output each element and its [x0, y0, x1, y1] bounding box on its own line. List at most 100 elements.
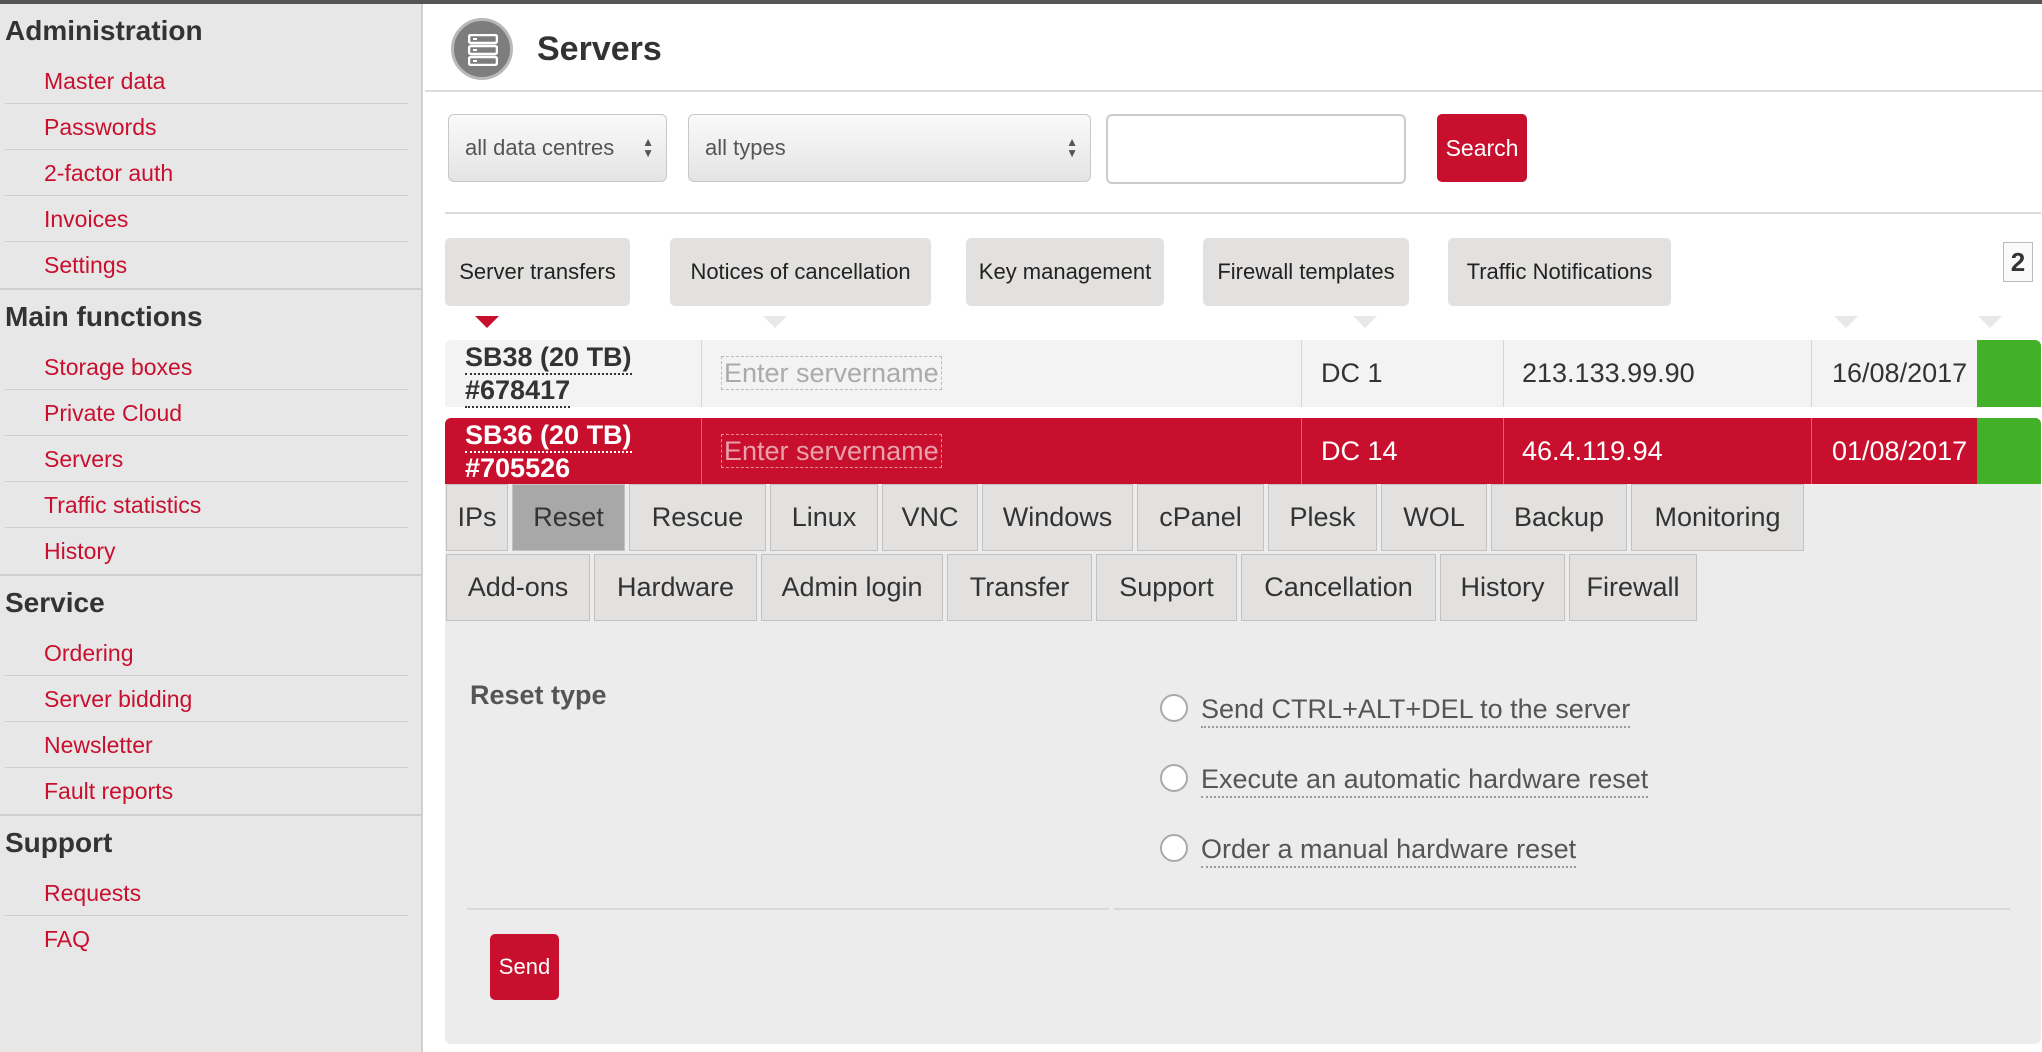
sidebar-section-title: Main functions [5, 301, 203, 332]
servername-input[interactable]: Enter servername [721, 434, 942, 468]
radio-label[interactable]: Order a manual hardware reset [1201, 832, 1577, 868]
radio-button[interactable] [1160, 764, 1188, 792]
tab-monitoring[interactable]: Monitoring [1631, 484, 1804, 551]
tab-support[interactable]: Support [1096, 554, 1237, 621]
sort-arrow-icon[interactable] [1978, 316, 2002, 328]
radio-label[interactable]: Execute an automatic hardware reset [1201, 762, 1649, 798]
sidebar-item-ordering[interactable]: Ordering [5, 630, 408, 676]
tab-reset[interactable]: Reset [512, 484, 625, 551]
sidebar-item-server-bidding[interactable]: Server bidding [5, 676, 408, 722]
sidebar-item-2-factor-auth[interactable]: 2-factor auth [5, 150, 408, 196]
server-product-name[interactable]: SB38 (20 TB) [465, 342, 632, 375]
radio-button[interactable] [1160, 834, 1188, 862]
tab-cancellation[interactable]: Cancellation [1241, 554, 1436, 621]
sidebar-item-history[interactable]: History [5, 528, 408, 574]
tab-traffic-notifications[interactable]: Traffic Notifications [1448, 238, 1671, 306]
sidebar-section-title: Administration [5, 15, 203, 46]
column-divider [1503, 340, 1504, 407]
status-indicator [1977, 340, 2041, 407]
sidebar-item-traffic-statistics[interactable]: Traffic statistics [5, 482, 408, 528]
sort-arrow-icon[interactable] [475, 316, 499, 328]
tab-firewall[interactable]: Firewall [1569, 554, 1697, 621]
radio-button[interactable] [1160, 694, 1188, 722]
select-caret-icon: ▲ ▼ [1066, 135, 1078, 160]
send-button[interactable]: Send [490, 934, 559, 1000]
server-product[interactable]: SB36 (20 TB) #705526 [465, 420, 632, 487]
search-input[interactable] [1106, 114, 1406, 184]
tab-add-ons[interactable]: Add-ons [446, 554, 590, 621]
type-select[interactable]: all types ▲ ▼ [688, 114, 1091, 182]
tab-key-management[interactable]: Key management [966, 238, 1164, 306]
tab-backup[interactable]: Backup [1491, 484, 1627, 551]
divider [467, 908, 1109, 910]
sidebar-section-title: Service [5, 587, 105, 618]
column-divider [1503, 418, 1504, 485]
tab-cpanel[interactable]: cPanel [1137, 484, 1264, 551]
sidebar-item-fault-reports[interactable]: Fault reports [5, 768, 408, 814]
column-divider [1301, 340, 1302, 407]
datacentre-select[interactable]: all data centres ▲ ▼ [448, 114, 667, 182]
server-stack-icon [451, 18, 513, 80]
main-content: Servers all data centres ▲ ▼ all types ▲ ▼… [425, 4, 2042, 1052]
sidebar-item-invoices[interactable]: Invoices [5, 196, 408, 242]
sort-arrow-icon[interactable] [763, 316, 787, 328]
tab-ips[interactable]: IPs [446, 484, 508, 551]
server-product-name[interactable]: SB36 (20 TB) [465, 420, 632, 453]
server-ip: 213.133.99.90 [1522, 358, 1695, 388]
select-caret-icon: ▲ ▼ [642, 135, 654, 160]
column-divider [1811, 418, 1812, 485]
page-title: Servers [537, 30, 662, 68]
column-divider [1811, 340, 1812, 407]
pagination-page[interactable]: 2 [2003, 242, 2033, 282]
tab-windows[interactable]: Windows [982, 484, 1133, 551]
sidebar-item-private-cloud[interactable]: Private Cloud [5, 390, 408, 436]
sidebar-section-service: Service Ordering Server bidding Newslett… [0, 576, 421, 816]
tab-vnc[interactable]: VNC [882, 484, 978, 551]
server-product-id[interactable]: #705526 [465, 453, 571, 486]
tab-rescue[interactable]: Rescue [629, 484, 766, 551]
server-product[interactable]: SB38 (20 TB) #678417 [465, 342, 632, 409]
type-select-value: all types [705, 135, 786, 160]
tab-server-transfers[interactable]: Server transfers [445, 238, 630, 306]
sidebar-item-servers[interactable]: Servers [5, 436, 408, 482]
sidebar-item-storage-boxes[interactable]: Storage boxes [5, 344, 408, 390]
sidebar-item-newsletter[interactable]: Newsletter [5, 722, 408, 768]
server-date[interactable]: 16/08/2017 [1832, 356, 1968, 423]
server-datacentre[interactable]: DC 1 [1321, 356, 1383, 423]
sidebar-item-settings[interactable]: Settings [5, 242, 408, 288]
divider [445, 212, 2041, 214]
sidebar-item-requests[interactable]: Requests [5, 870, 408, 916]
status-indicator [1977, 418, 2041, 485]
tab-wol[interactable]: WOL [1381, 484, 1487, 551]
page-header: Servers [425, 4, 2042, 92]
sidebar-section-support: Support Requests FAQ [0, 816, 421, 962]
search-button[interactable]: Search [1437, 114, 1527, 182]
tab-linux[interactable]: Linux [770, 484, 878, 551]
column-divider [1301, 418, 1302, 485]
tab-admin-login[interactable]: Admin login [761, 554, 943, 621]
tab-transfer[interactable]: Transfer [947, 554, 1092, 621]
sidebar: Administration Master data Passwords 2-f… [0, 4, 423, 1052]
column-divider [701, 340, 702, 407]
tab-firewall-templates[interactable]: Firewall templates [1203, 238, 1409, 306]
sidebar-item-master-data[interactable]: Master data [5, 58, 408, 104]
sidebar-section-title: Support [5, 827, 113, 858]
server-product-id[interactable]: #678417 [465, 375, 571, 408]
sort-arrow-icon[interactable] [1834, 316, 1858, 328]
tab-history[interactable]: History [1440, 554, 1565, 621]
tab-hardware[interactable]: Hardware [594, 554, 757, 621]
sidebar-item-faq[interactable]: FAQ [5, 916, 408, 962]
sidebar-item-passwords[interactable]: Passwords [5, 104, 408, 150]
tab-plesk[interactable]: Plesk [1268, 484, 1377, 551]
tab-notices-of-cancellation[interactable]: Notices of cancellation [670, 238, 931, 306]
radio-label[interactable]: Send CTRL+ALT+DEL to the server [1201, 692, 1631, 728]
column-divider [701, 418, 702, 485]
datacentre-select-value: all data centres [465, 135, 615, 160]
divider [1114, 908, 2010, 910]
servername-input[interactable]: Enter servername [721, 356, 942, 390]
server-row-selected[interactable]: SB36 (20 TB) #705526 Enter servername DC… [445, 418, 2041, 501]
sort-arrow-icon[interactable] [1353, 316, 1377, 328]
sidebar-section-administration: Administration Master data Passwords 2-f… [0, 4, 421, 290]
server-row[interactable]: SB38 (20 TB) #678417 Enter servername DC… [445, 340, 2041, 423]
sidebar-section-main-functions: Main functions Storage boxes Private Clo… [0, 290, 421, 576]
